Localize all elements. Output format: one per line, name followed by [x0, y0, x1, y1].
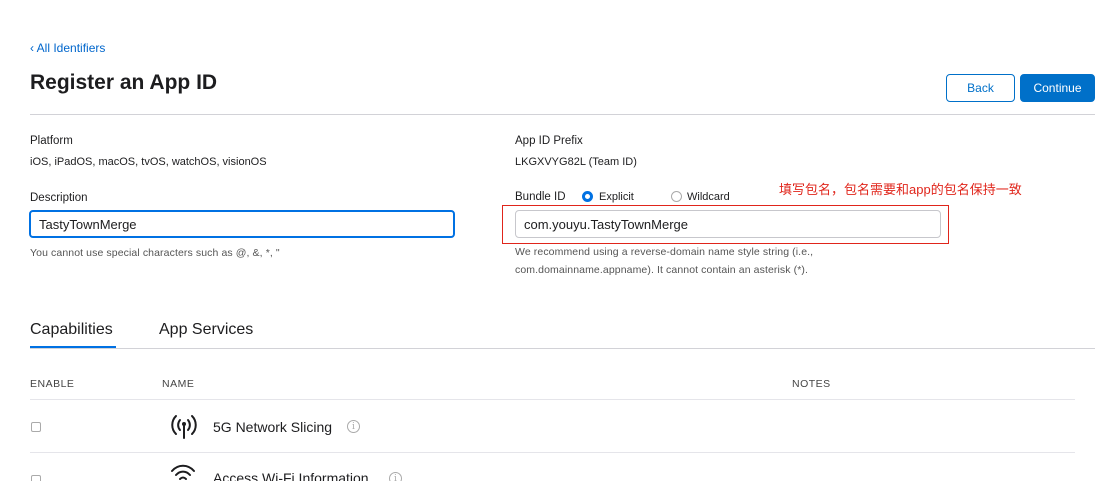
header-row-divider — [30, 399, 1075, 400]
platform-value: iOS, iPadOS, macOS, tvOS, watchOS, visio… — [30, 156, 267, 168]
bundle-id-input-value: com.youyu.TastyTownMerge — [524, 216, 689, 232]
continue-button[interactable]: Continue — [1020, 74, 1095, 102]
info-icon[interactable]: i — [389, 472, 402, 481]
description-label: Description — [30, 192, 88, 204]
description-help-text: You cannot use special characters such a… — [30, 247, 280, 259]
wildcard-radio-label[interactable]: Wildcard — [687, 191, 730, 203]
annotation-note: 填写包名，包名需要和app的包名保持一致 — [779, 182, 1022, 197]
row-divider — [30, 452, 1075, 453]
enable-column-header: ENABLE — [30, 378, 75, 390]
notes-column-header: NOTES — [792, 378, 831, 390]
description-input[interactable]: TastyTownMerge — [29, 210, 455, 238]
bundle-id-help-line-2: com.domainname.appname). It cannot conta… — [515, 264, 809, 276]
description-input-value: TastyTownMerge — [39, 216, 137, 232]
bundle-id-input[interactable]: com.youyu.TastyTownMerge — [515, 210, 941, 238]
all-identifiers-link[interactable]: ‹ All Identifiers — [30, 41, 105, 55]
tab-capabilities[interactable]: Capabilities — [30, 321, 113, 339]
app-id-prefix-value: LKGXVYG82L (Team ID) — [515, 156, 637, 168]
explicit-radio-label[interactable]: Explicit — [599, 191, 634, 203]
explicit-radio-button[interactable] — [582, 191, 593, 202]
enable-access-wifi-checkbox[interactable] — [31, 475, 41, 481]
capability-name: Access Wi-Fi Information — [213, 470, 369, 481]
info-icon[interactable]: i — [347, 420, 360, 433]
capability-name: 5G Network Slicing — [213, 419, 333, 435]
platform-label: Platform — [30, 135, 73, 147]
back-button[interactable]: Back — [946, 74, 1015, 102]
app-id-prefix-label: App ID Prefix — [515, 135, 583, 147]
name-column-header: NAME — [162, 378, 195, 390]
tab-app-services[interactable]: App Services — [159, 321, 253, 339]
wifi-icon — [170, 463, 196, 481]
header-divider — [30, 114, 1095, 115]
bundle-id-label: Bundle ID — [515, 191, 566, 203]
tabs-divider — [30, 348, 1095, 349]
antenna-signal-icon — [168, 411, 200, 446]
wildcard-radio-button[interactable] — [671, 191, 682, 202]
enable-5g-network-slicing-checkbox[interactable] — [31, 422, 41, 432]
bundle-id-help-line-1: We recommend using a reverse-domain name… — [515, 246, 814, 258]
page-title: Register an App ID — [30, 71, 218, 94]
